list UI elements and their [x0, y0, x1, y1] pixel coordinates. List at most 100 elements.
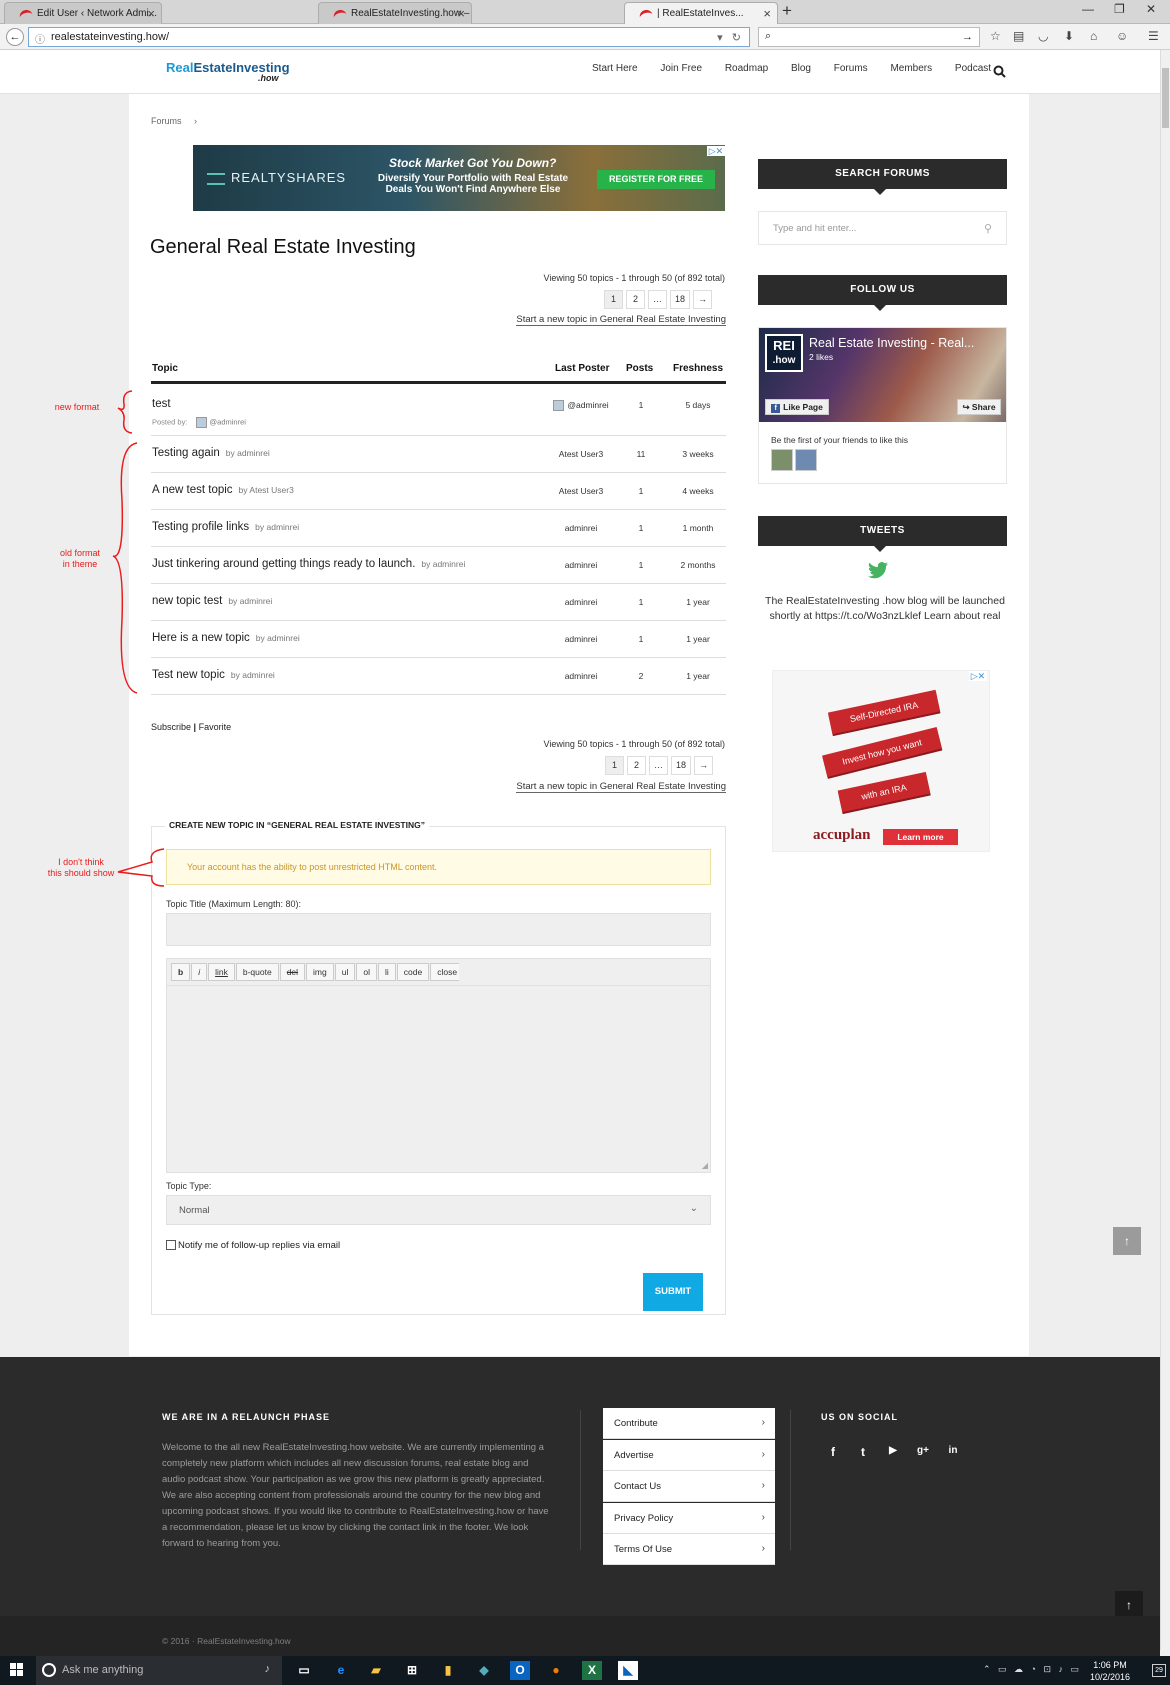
- qt-ol-button[interactable]: ol: [356, 963, 377, 981]
- qt-ul-button[interactable]: ul: [334, 963, 356, 981]
- last-poster[interactable]: adminrei: [531, 560, 631, 570]
- freshness[interactable]: 1 year: [663, 671, 733, 681]
- favorite-link[interactable]: Favorite: [199, 722, 232, 732]
- last-poster[interactable]: adminrei: [531, 523, 631, 533]
- forum-search-input[interactable]: Type and hit enter... ⚲: [758, 211, 1007, 245]
- nav-blog[interactable]: Blog: [791, 63, 811, 74]
- tweet-text[interactable]: The RealEstateInvesting .how blog will b…: [760, 594, 1010, 624]
- browser-tab[interactable]: Edit User ‹ Network Admi... ×: [4, 2, 162, 24]
- new-tab-icon[interactable]: +: [782, 1, 792, 21]
- last-poster[interactable]: Atest User3: [531, 449, 631, 459]
- qt-del-button[interactable]: del: [279, 963, 306, 981]
- close-tab-icon[interactable]: ×: [763, 6, 771, 21]
- breadcrumb-forums[interactable]: Forums: [151, 116, 182, 126]
- address-bar[interactable]: ⓘ realestateinvesting.how/ ▾ ↻: [28, 27, 750, 47]
- page-1[interactable]: 1: [605, 756, 624, 775]
- minimize-icon[interactable]: —: [1082, 2, 1094, 16]
- facebook-like-button[interactable]: f Like Page: [765, 399, 829, 415]
- topic-title-link[interactable]: Test new topic by adminrei: [152, 669, 275, 681]
- topic-title-link[interactable]: A new test topic by Atest User3: [152, 484, 294, 496]
- page-2[interactable]: 2: [627, 756, 646, 775]
- ad-register-button[interactable]: REGISTER FOR FREE: [597, 170, 715, 189]
- banner-ad[interactable]: REALTYSHARES Stock Market Got You Down? …: [193, 145, 725, 211]
- footer-link-contact-us[interactable]: Contact Us ›: [603, 1471, 775, 1502]
- freshness[interactable]: 1 month: [663, 523, 733, 533]
- home-icon[interactable]: ⌂: [1090, 29, 1097, 43]
- notify-option[interactable]: Notify me of follow-up replies via email: [166, 1240, 340, 1251]
- back-icon[interactable]: ←: [6, 28, 24, 46]
- footer-link-privacy-policy[interactable]: Privacy Policy ›: [603, 1502, 775, 1534]
- topic-title-link[interactable]: Testing profile links by adminrei: [152, 521, 299, 533]
- google-plus-icon[interactable]: g+: [913, 1445, 933, 1456]
- topic-author[interactable]: by adminrei: [228, 596, 272, 606]
- site-logo[interactable]: RealEstateInvesting .how: [166, 60, 290, 83]
- footer-link-terms-of-use[interactable]: Terms Of Use ›: [603, 1534, 775, 1565]
- reload-icon[interactable]: ▾ ↻: [717, 31, 741, 44]
- close-tab-icon[interactable]: ×: [457, 6, 465, 21]
- twitter-icon[interactable]: t: [853, 1445, 873, 1459]
- page-18[interactable]: 18: [671, 756, 692, 775]
- qt-link-button[interactable]: link: [208, 963, 235, 981]
- topic-author[interactable]: by adminrei: [421, 559, 465, 569]
- topic-title-link[interactable]: new topic test by adminrei: [152, 595, 272, 607]
- last-poster[interactable]: @adminrei: [531, 400, 631, 412]
- edge-icon[interactable]: e: [331, 1661, 351, 1680]
- windows-start-icon[interactable]: [10, 1663, 24, 1677]
- nav-roadmap[interactable]: Roadmap: [725, 63, 768, 74]
- back-to-top-button[interactable]: ↑: [1113, 1227, 1141, 1255]
- facebook-page-title[interactable]: Real Estate Investing - Real...: [809, 336, 999, 350]
- notification-center-icon[interactable]: 29: [1152, 1664, 1166, 1677]
- page-scrollbar[interactable]: [1160, 50, 1170, 1650]
- excel-icon[interactable]: X: [582, 1661, 602, 1680]
- resize-handle-icon[interactable]: ◢: [702, 1161, 708, 1170]
- page-18[interactable]: 18: [670, 290, 691, 309]
- nav-join-free[interactable]: Join Free: [660, 63, 702, 74]
- file-explorer-icon[interactable]: ▰: [366, 1661, 386, 1680]
- freshness[interactable]: 5 days: [663, 400, 733, 410]
- system-tray-icons[interactable]: ⌃ ▭ ☁ ◔ ⊡ ♪ ▭: [983, 1664, 1079, 1675]
- browser-tab[interactable]: RealEstateInvesting.how – ... ×: [318, 2, 472, 24]
- nav-start-here[interactable]: Start Here: [592, 63, 638, 74]
- folder-icon[interactable]: ▮: [438, 1661, 458, 1680]
- freshness[interactable]: 3 weeks: [663, 449, 733, 459]
- browser-search-field[interactable]: ⌕ →: [758, 27, 980, 47]
- chat-icon[interactable]: ☺: [1116, 29, 1128, 43]
- qt-code-button[interactable]: code: [396, 963, 430, 981]
- page-next[interactable]: →: [693, 290, 713, 309]
- reading-list-icon[interactable]: ▤: [1013, 29, 1024, 43]
- footer-link-advertise[interactable]: Advertise ›: [603, 1439, 775, 1471]
- microphone-icon[interactable]: ♪: [265, 1663, 271, 1675]
- scrollbar-thumb[interactable]: [1162, 68, 1169, 128]
- accuplan-ad[interactable]: Self-Directed IRA Invest how you want wi…: [772, 670, 990, 852]
- bookmark-star-icon[interactable]: ☆: [990, 29, 1001, 43]
- page-2[interactable]: 2: [626, 290, 645, 309]
- firefox-icon[interactable]: ●: [546, 1661, 566, 1680]
- freshness[interactable]: 4 weeks: [663, 486, 733, 496]
- ad-choices-icon[interactable]: ▷✕: [969, 671, 987, 681]
- submit-button[interactable]: SUBMIT: [643, 1273, 703, 1311]
- last-poster[interactable]: adminrei: [531, 597, 631, 607]
- topic-title-link[interactable]: test: [152, 398, 171, 410]
- footer-link-contribute[interactable]: Contribute ›: [603, 1408, 775, 1439]
- friend-avatar[interactable]: [771, 449, 793, 471]
- download-icon[interactable]: ⬇: [1064, 29, 1074, 43]
- topic-author[interactable]: by adminrei: [255, 522, 299, 532]
- topic-author[interactable]: by adminrei: [226, 448, 270, 458]
- browser-tab-active[interactable]: | RealEstateInves... ×: [624, 2, 778, 24]
- topic-title-link[interactable]: Here is a new topic by adminrei: [152, 632, 300, 644]
- qt-quote-button[interactable]: b-quote: [235, 963, 279, 981]
- topic-type-select[interactable]: Normal ⌄: [166, 1195, 711, 1225]
- task-view-icon[interactable]: ▭: [294, 1661, 314, 1680]
- nav-forums[interactable]: Forums: [834, 63, 868, 74]
- close-window-icon[interactable]: ✕: [1146, 2, 1156, 16]
- footer-back-to-top-button[interactable]: ↑: [1115, 1591, 1143, 1619]
- restore-icon[interactable]: ❐: [1114, 2, 1125, 16]
- linkedin-icon[interactable]: in: [943, 1445, 963, 1456]
- topic-title-link[interactable]: Testing again by adminrei: [152, 447, 270, 459]
- last-poster[interactable]: adminrei: [531, 671, 631, 681]
- subscribe-link[interactable]: Subscribe: [151, 722, 191, 732]
- page-next[interactable]: →: [694, 756, 714, 775]
- nav-members[interactable]: Members: [890, 63, 932, 74]
- app-icon[interactable]: ◣: [618, 1661, 638, 1680]
- topic-author[interactable]: by adminrei: [256, 633, 300, 643]
